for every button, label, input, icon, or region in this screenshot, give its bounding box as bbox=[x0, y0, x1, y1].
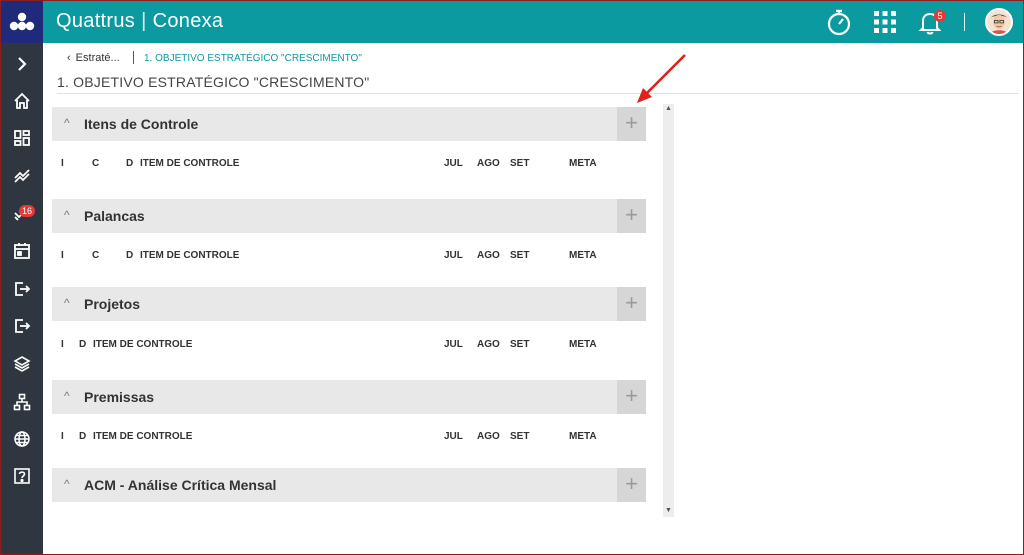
breadcrumb-back-link[interactable]: ‹ Estraté... bbox=[67, 52, 120, 64]
tasks-badge: 16 bbox=[19, 205, 36, 217]
apps-grid-icon[interactable] bbox=[870, 7, 900, 37]
column-header-set: SET bbox=[510, 250, 530, 261]
title-divider bbox=[57, 93, 1019, 94]
column-header-item: ITEM DE CONTROLE bbox=[140, 250, 240, 261]
panel-title: Projetos bbox=[84, 296, 141, 312]
app-logo[interactable] bbox=[1, 1, 43, 43]
collapse-chevron-icon[interactable]: ^ bbox=[64, 116, 70, 130]
panel-palancas-header[interactable]: ^ Palancas + bbox=[52, 199, 646, 233]
column-header-i: I bbox=[61, 431, 64, 442]
column-header-ago: AGO bbox=[477, 158, 500, 169]
column-header-meta: META bbox=[569, 250, 597, 261]
column-header-i: I bbox=[61, 250, 64, 261]
collapse-chevron-icon[interactable]: ^ bbox=[64, 296, 70, 310]
dashboard-grid-icon[interactable] bbox=[10, 126, 34, 150]
chevron-left-icon: ‹ bbox=[67, 52, 71, 64]
calendar-icon[interactable] bbox=[10, 239, 34, 263]
notifications-badge: 5 bbox=[934, 10, 946, 22]
column-header-d: D bbox=[79, 431, 87, 442]
add-button[interactable]: + bbox=[617, 287, 646, 321]
collapse-chevron-icon[interactable]: ^ bbox=[64, 477, 70, 491]
column-header-c: C bbox=[92, 158, 100, 169]
user-avatar[interactable] bbox=[985, 8, 1013, 36]
add-button[interactable]: + bbox=[617, 199, 646, 233]
column-header-item: ITEM DE CONTROLE bbox=[93, 339, 193, 350]
column-header-set: SET bbox=[510, 431, 530, 442]
help-icon[interactable] bbox=[10, 464, 34, 488]
brand-name: Quattrus bbox=[56, 10, 136, 32]
add-button[interactable]: + bbox=[617, 468, 646, 502]
column-header-d: D bbox=[79, 339, 87, 350]
column-header-ago: AGO bbox=[477, 431, 500, 442]
column-header-set: SET bbox=[510, 339, 530, 350]
product-name: Conexa bbox=[152, 10, 224, 32]
column-header-meta: META bbox=[569, 158, 597, 169]
panel-title: ACM - Análise Crítica Mensal bbox=[84, 477, 277, 493]
add-button[interactable]: + bbox=[617, 107, 646, 141]
panel-title: Premissas bbox=[84, 389, 155, 405]
topbar-divider bbox=[964, 13, 965, 31]
globe-icon[interactable] bbox=[10, 427, 34, 451]
column-header-c: C bbox=[92, 250, 100, 261]
page-title: 1. OBJETIVO ESTRATÉGICO "CRESCIMENTO" bbox=[57, 74, 370, 90]
panel-acm-header[interactable]: ^ ACM - Análise Crítica Mensal + bbox=[52, 468, 646, 502]
column-header-jul: JUL bbox=[444, 250, 463, 261]
breadcrumb-divider bbox=[133, 51, 134, 64]
app-title: Quattrus | Conexa bbox=[56, 10, 223, 33]
column-header-item: ITEM DE CONTROLE bbox=[93, 431, 193, 442]
column-header-meta: META bbox=[569, 431, 597, 442]
panel-itens-de-controle-header[interactable]: ^ Itens de Controle + bbox=[52, 107, 646, 141]
annotation-arrow-icon bbox=[637, 54, 686, 103]
column-header-i: I bbox=[61, 339, 64, 350]
column-header-ago: AGO bbox=[477, 339, 500, 350]
notifications-bell-icon[interactable]: 5 bbox=[915, 7, 946, 37]
column-header-ago: AGO bbox=[477, 250, 500, 261]
column-header-jul: JUL bbox=[444, 431, 463, 442]
app-window: Quattrus | Conexa 5 16 ‹ Estraté... 1. O… bbox=[0, 0, 1024, 555]
chevron-right-icon[interactable] bbox=[10, 52, 34, 76]
scroll-down-arrow-icon[interactable]: ▼ bbox=[663, 506, 674, 516]
scroll-up-arrow-icon[interactable]: ▲ bbox=[663, 104, 674, 114]
trend-chart-icon[interactable] bbox=[10, 163, 34, 187]
panel-title: Itens de Controle bbox=[84, 116, 199, 132]
column-header-jul: JUL bbox=[444, 158, 463, 169]
panel-premissas-header[interactable]: ^ Premissas + bbox=[52, 380, 646, 414]
exit-arrow-icon[interactable] bbox=[10, 277, 34, 301]
column-header-i: I bbox=[61, 158, 64, 169]
home-icon[interactable] bbox=[10, 89, 34, 113]
sidebar: 16 bbox=[1, 1, 43, 554]
vertical-scrollbar[interactable] bbox=[663, 104, 674, 517]
breadcrumb-current: 1. OBJETIVO ESTRATÉGICO "CRESCIMENTO" bbox=[144, 53, 362, 64]
column-header-d: D bbox=[126, 250, 134, 261]
column-header-meta: META bbox=[569, 339, 597, 350]
panel-projetos-header[interactable]: ^ Projetos + bbox=[52, 287, 646, 321]
column-header-item: ITEM DE CONTROLE bbox=[140, 158, 240, 169]
layers-icon[interactable] bbox=[10, 352, 34, 376]
add-button[interactable]: + bbox=[617, 380, 646, 414]
column-header-set: SET bbox=[510, 158, 530, 169]
hierarchy-icon[interactable] bbox=[10, 390, 34, 414]
title-separator: | bbox=[141, 10, 147, 32]
collapse-chevron-icon[interactable]: ^ bbox=[64, 389, 70, 403]
panel-title: Palancas bbox=[84, 208, 145, 224]
top-bar: Quattrus | Conexa 5 bbox=[1, 1, 1023, 43]
column-header-jul: JUL bbox=[444, 339, 463, 350]
breadcrumb-parent: Estraté... bbox=[75, 52, 120, 64]
column-header-d: D bbox=[126, 158, 134, 169]
collapse-chevron-icon[interactable]: ^ bbox=[64, 208, 70, 222]
stopwatch-icon[interactable] bbox=[824, 7, 854, 37]
exit-arrow-icon[interactable] bbox=[10, 314, 34, 338]
